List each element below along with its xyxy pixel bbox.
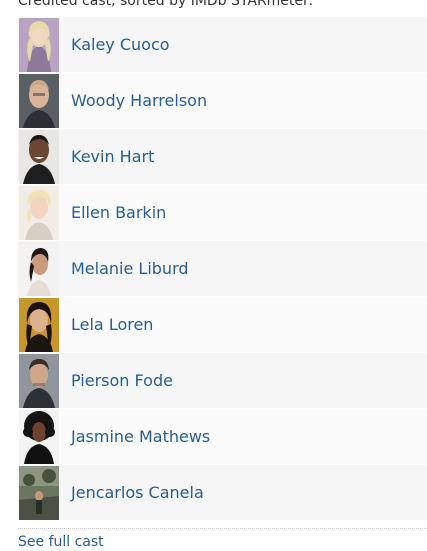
see-full-cast-link[interactable]: See full cast (18, 533, 104, 551)
cast-row-kaley-cuoco: Kaley Cuoco (18, 16, 427, 72)
actor-photo-kaley-cuoco[interactable] (19, 17, 59, 72)
actor-name-link[interactable]: Jasmine Mathews (71, 427, 210, 446)
cast-row-jencarlos-canela: Jencarlos Canela (18, 464, 427, 520)
cast-list-heading: Credited cast, sorted by IMDb STARmeter: (18, 0, 314, 9)
cast-row-jasmine-mathews: Jasmine Mathews (18, 408, 427, 464)
actor-photo-lela-loren[interactable] (19, 297, 59, 352)
actor-photo-jencarlos-canela[interactable] (19, 465, 59, 520)
cast-list: Kaley Cuoco Woody Harrelson Kevin Hart E… (18, 16, 427, 520)
actor-name-link[interactable]: Lela Loren (71, 315, 153, 334)
actor-photo-jasmine-mathews[interactable] (19, 409, 59, 464)
cast-row-kevin-hart: Kevin Hart (18, 128, 427, 184)
actor-name-link[interactable]: Melanie Liburd (71, 259, 189, 278)
cast-row-ellen-barkin: Ellen Barkin (18, 184, 427, 240)
actor-name-link[interactable]: Woody Harrelson (71, 91, 207, 110)
actor-photo-woody-harrelson[interactable] (19, 73, 59, 128)
actor-name-link[interactable]: Kaley Cuoco (71, 35, 170, 54)
cast-row-woody-harrelson: Woody Harrelson (18, 72, 427, 128)
actor-photo-melanie-liburd[interactable] (19, 241, 59, 296)
cast-row-melanie-liburd: Melanie Liburd (18, 240, 427, 296)
actor-photo-ellen-barkin[interactable] (19, 185, 59, 240)
divider (18, 528, 427, 529)
cast-row-lela-loren: Lela Loren (18, 296, 427, 352)
actor-name-link[interactable]: Pierson Fode (71, 371, 173, 390)
cast-row-pierson-fode: Pierson Fode (18, 352, 427, 408)
actor-photo-kevin-hart[interactable] (19, 129, 59, 184)
actor-name-link[interactable]: Ellen Barkin (71, 203, 166, 222)
actor-name-link[interactable]: Kevin Hart (71, 147, 154, 166)
actor-photo-pierson-fode[interactable] (19, 353, 59, 408)
actor-name-link[interactable]: Jencarlos Canela (71, 483, 204, 502)
